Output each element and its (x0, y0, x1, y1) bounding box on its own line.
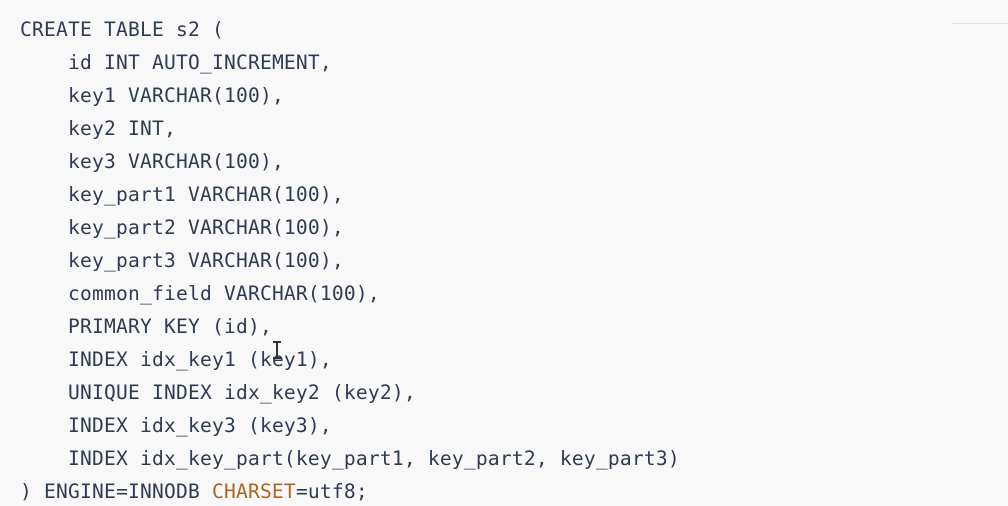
code-text-charset-value: =utf8; (295, 480, 368, 503)
code-text-key1: key1 VARCHAR(100), (68, 84, 284, 107)
code-text-key2: key2 INT, (68, 117, 176, 140)
code-line-key3: key3 VARCHAR(100), (20, 145, 680, 178)
code-text-index-key1: INDEX idx_key1 (key1), (68, 348, 332, 371)
code-text-primary-key: PRIMARY KEY (id), (68, 315, 272, 338)
code-text-key-part1: key_part1 VARCHAR(100), (68, 183, 344, 206)
code-line-engine: ) ENGINE=INNODB CHARSET=utf8; (20, 475, 680, 506)
sql-code-block[interactable]: CREATE TABLE s2 ( id INT AUTO_INCREMENT,k… (20, 13, 680, 506)
code-text-key-part3: key_part3 VARCHAR(100), (68, 249, 344, 272)
code-line-primary-key: PRIMARY KEY (id), (20, 310, 680, 343)
text-cursor-icon (271, 340, 283, 360)
code-line-key-part3: key_part3 VARCHAR(100), (20, 244, 680, 277)
code-line-unique-index-key2: UNIQUE INDEX idx_key2 (key2), (20, 376, 680, 409)
code-line-id: id INT AUTO_INCREMENT, (20, 46, 680, 79)
code-line-index-key1: INDEX idx_key1 (key1), (20, 343, 680, 376)
code-text-key-part2: key_part2 VARCHAR(100), (68, 216, 344, 239)
code-line-create-table: CREATE TABLE s2 ( (20, 18, 224, 41)
top-divider (952, 23, 1008, 24)
code-text-index-key-part: INDEX idx_key_part(key_part1, key_part2,… (68, 447, 680, 470)
code-line-index-key3: INDEX idx_key3 (key3), (20, 409, 680, 442)
code-text-unique-index-key2: UNIQUE INDEX idx_key2 (key2), (68, 381, 416, 404)
code-line-key1: key1 VARCHAR(100), (20, 79, 680, 112)
code-text-common-field: common_field VARCHAR(100), (68, 282, 380, 305)
code-text-key3: key3 VARCHAR(100), (68, 150, 284, 173)
code-viewer: CREATE TABLE s2 ( id INT AUTO_INCREMENT,k… (0, 0, 1008, 506)
charset-keyword: CHARSET (211, 480, 296, 503)
code-text-index-key3: INDEX idx_key3 (key3), (68, 414, 332, 437)
code-line-key-part1: key_part1 VARCHAR(100), (20, 178, 680, 211)
code-line-index-key-part: INDEX idx_key_part(key_part1, key_part2,… (20, 442, 680, 475)
code-line-common-field: common_field VARCHAR(100), (20, 277, 680, 310)
code-line-key-part2: key_part2 VARCHAR(100), (20, 211, 680, 244)
code-line-key2: key2 INT, (20, 112, 680, 145)
code-text-engine: ) ENGINE=INNODB (20, 480, 212, 503)
code-text-id: id INT AUTO_INCREMENT, (68, 51, 332, 74)
